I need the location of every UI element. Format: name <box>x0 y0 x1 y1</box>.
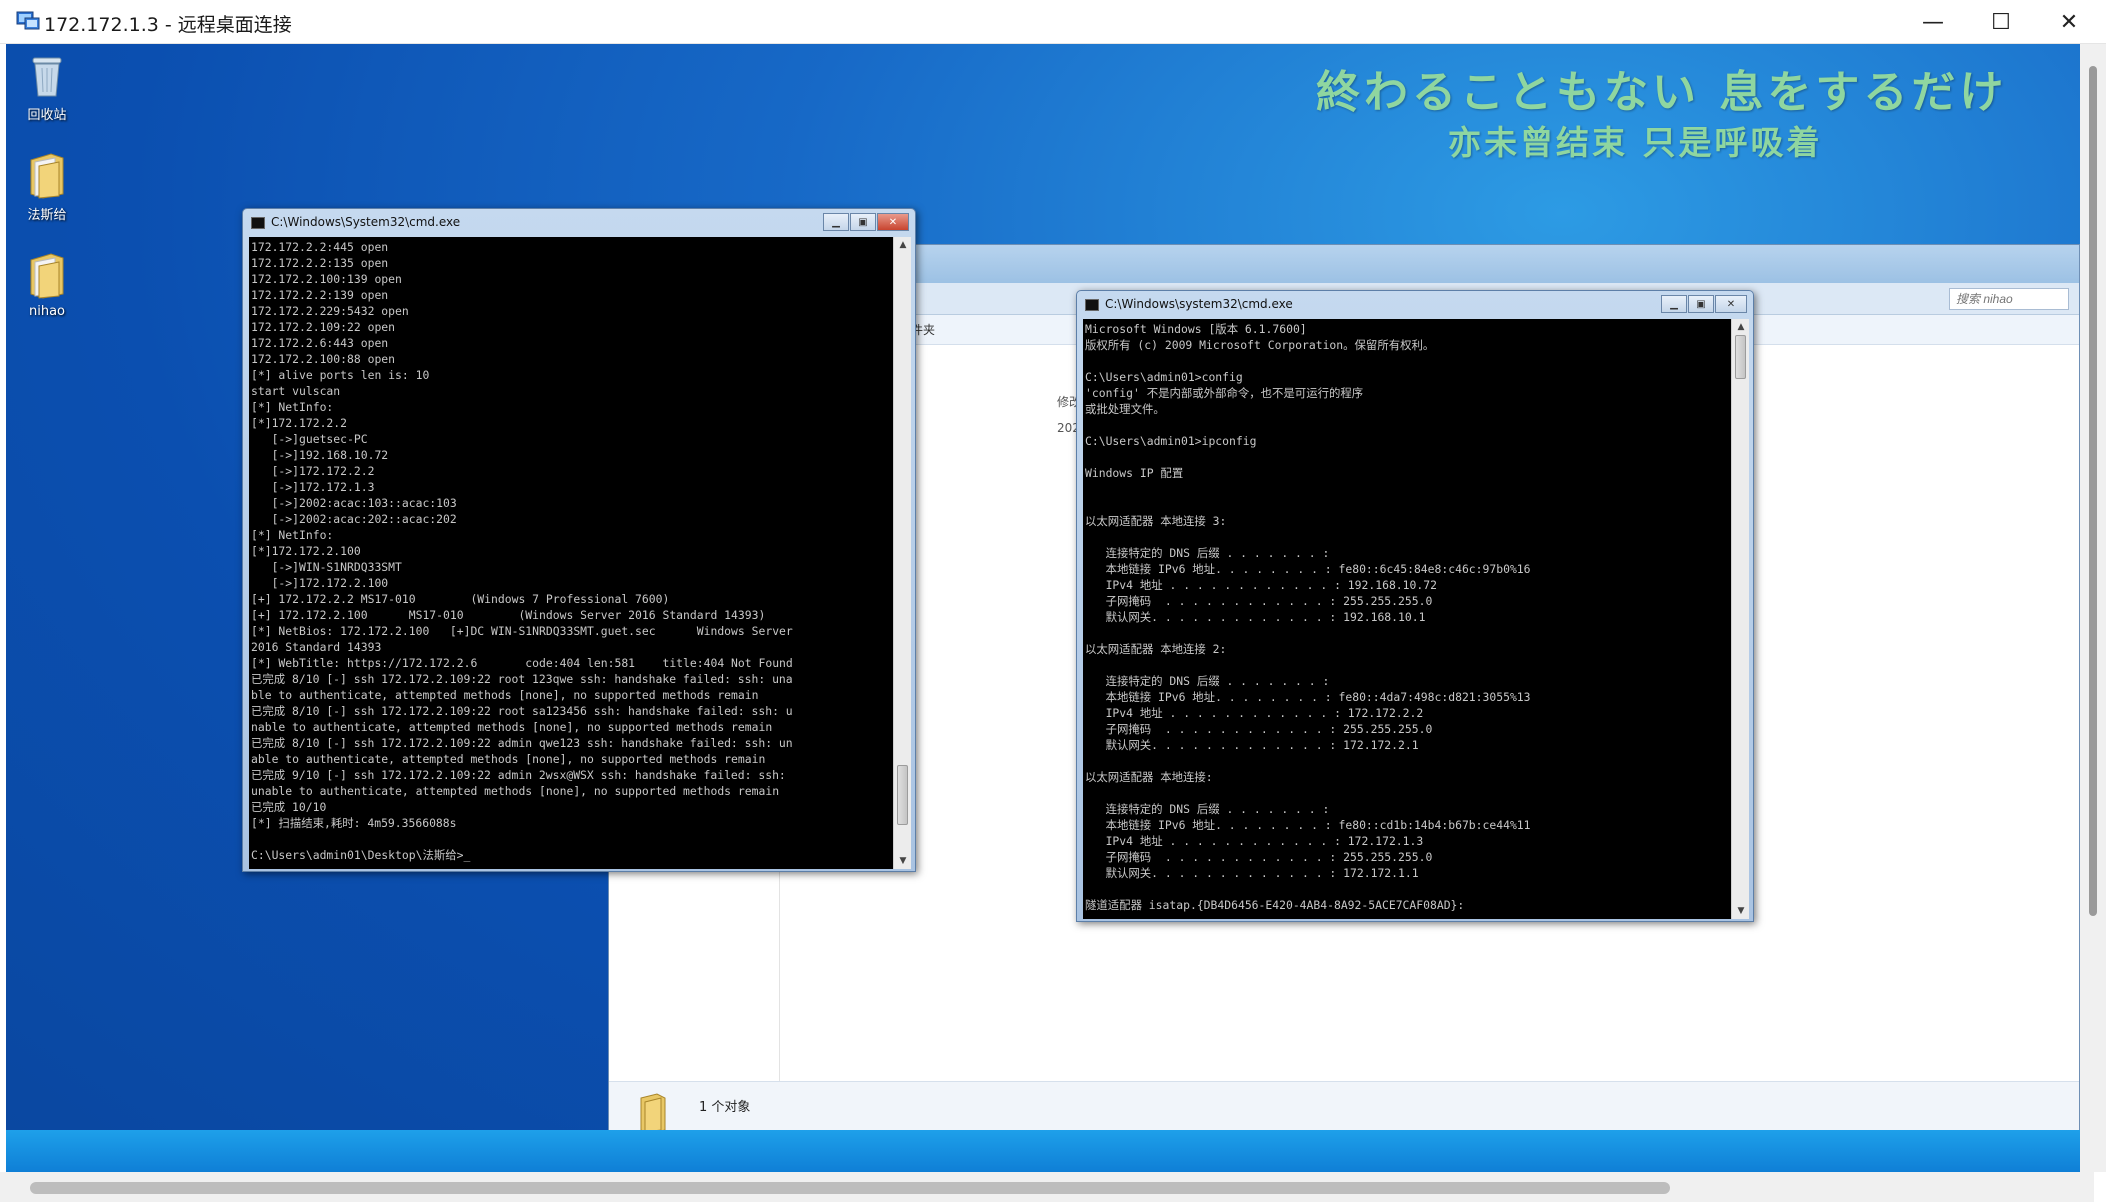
wallpaper-lyric-chinese: 亦未曾结束 只是呼吸着 <box>1448 123 1823 162</box>
rdp-vertical-scrollbar[interactable] <box>2080 44 2106 1172</box>
search-input[interactable] <box>1949 288 2069 310</box>
close-button[interactable]: ✕ <box>2036 0 2102 44</box>
cmd-console[interactable]: 172.172.2.2:445 open 172.172.2.2:135 ope… <box>249 237 911 869</box>
window-title: 172.172.1.3 - 远程桌面连接 <box>44 14 292 36</box>
rdp-horizontal-scrollbar[interactable] <box>0 1172 2094 1202</box>
rdp-titlebar[interactable]: 172.172.1.3 - 远程桌面连接 — ☐ ✕ <box>0 0 2106 44</box>
scroll-thumb[interactable] <box>30 1182 1670 1194</box>
vertical-scrollbar[interactable]: ▲ ▼ <box>1731 319 1749 919</box>
desktop-icon-label: nihao <box>28 304 65 319</box>
desktop-icon-recycle-bin[interactable]: 回收站 <box>12 50 82 123</box>
minimize-button[interactable]: ▁ <box>823 213 849 231</box>
scroll-down-icon[interactable]: ▼ <box>894 853 911 869</box>
cmd-title: C:\Windows\system32\cmd.exe <box>1105 297 1293 311</box>
desktop-icon-folder-fasigei[interactable]: 法斯给 <box>12 150 82 223</box>
scroll-up-icon[interactable]: ▲ <box>1732 319 1749 335</box>
restore-button[interactable]: ▣ <box>850 213 876 231</box>
scroll-thumb[interactable] <box>897 765 908 825</box>
cmd-icon <box>251 217 265 229</box>
restore-button[interactable]: ▣ <box>1688 295 1714 313</box>
maximize-button[interactable]: ☐ <box>1968 0 2034 44</box>
scroll-up-icon[interactable]: ▲ <box>894 237 911 253</box>
desktop-icon-label: 法斯给 <box>27 208 67 223</box>
cmd-window-scan[interactable]: C:\Windows\System32\cmd.exe ▁ ▣ ✕ 172.17… <box>242 208 916 872</box>
taskbar-area <box>6 1130 2080 1172</box>
maximize-icon: ☐ <box>1991 9 2011 35</box>
cmd-titlebar[interactable]: C:\Windows\system32\cmd.exe ▁ ▣ ✕ <box>1077 291 1753 319</box>
folder-icon <box>25 150 69 200</box>
close-button[interactable]: ✕ <box>1715 295 1747 313</box>
desktop-icon-folder-nihao[interactable]: nihao <box>12 250 82 319</box>
remote-desktop-icon <box>16 10 40 32</box>
folder-icon <box>637 1090 669 1135</box>
remote-desktop[interactable]: 終わることもない 息をするだけ 亦未曾结束 只是呼吸着 回收站 法斯给 niha… <box>6 44 2080 1172</box>
cmd-console[interactable]: Microsoft Windows [版本 6.1.7600] 版权所有 (c)… <box>1083 319 1749 919</box>
cmd-window-ipconfig[interactable]: C:\Windows\system32\cmd.exe ▁ ▣ ✕ Micros… <box>1076 290 1754 922</box>
recycle-bin-icon <box>25 50 69 100</box>
cmd-title: C:\Windows\System32\cmd.exe <box>271 215 461 229</box>
desktop-icon-label: 回收站 <box>27 108 67 123</box>
cmd-icon <box>1085 299 1099 311</box>
minimize-button[interactable]: ▁ <box>1661 295 1687 313</box>
status-text: 1 个对象 <box>699 1100 751 1115</box>
close-icon: ✕ <box>2059 9 2079 35</box>
scroll-down-icon[interactable]: ▼ <box>1732 903 1749 919</box>
close-button[interactable]: ✕ <box>877 213 909 231</box>
minimize-button[interactable]: — <box>1900 0 1966 44</box>
wallpaper-lyric-japanese: 終わることもない 息をするだけ <box>1316 67 2008 118</box>
console-output: 172.172.2.2:445 open 172.172.2.2:135 ope… <box>251 240 793 862</box>
scroll-thumb[interactable] <box>1735 335 1746 379</box>
cmd-titlebar[interactable]: C:\Windows\System32\cmd.exe ▁ ▣ ✕ <box>243 209 915 237</box>
scroll-thumb[interactable] <box>2089 66 2097 916</box>
console-output: Microsoft Windows [版本 6.1.7600] 版权所有 (c)… <box>1085 322 1531 912</box>
vertical-scrollbar[interactable]: ▲ ▼ <box>893 237 911 869</box>
folder-icon <box>25 250 69 300</box>
minimize-icon: — <box>1922 9 1944 35</box>
